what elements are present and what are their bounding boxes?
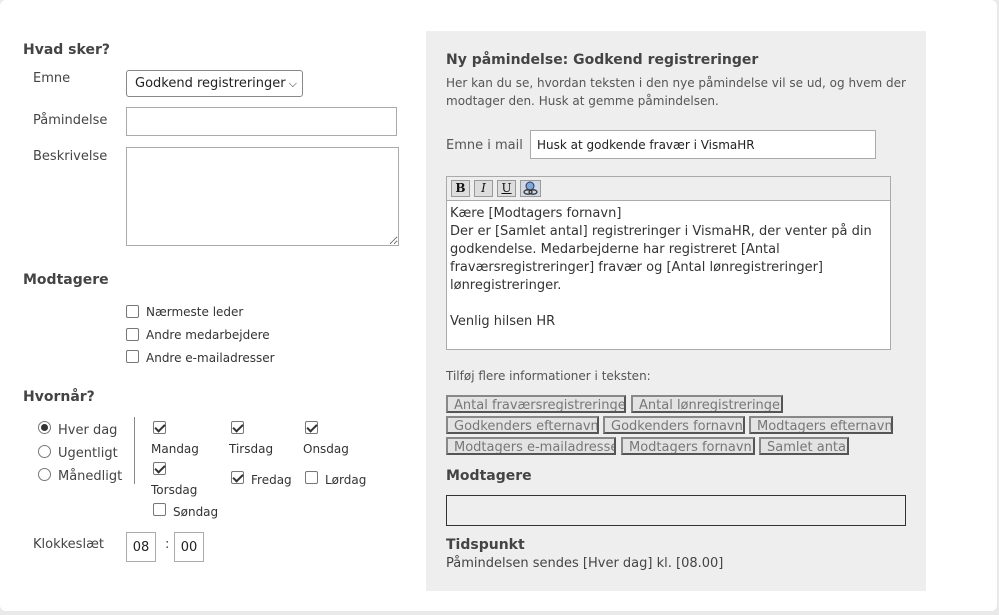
add-info-label: Tilføj flere informationer i teksten: (446, 369, 651, 383)
underline-button[interactable]: U (497, 180, 516, 197)
recipient-label-colleagues: Andre medarbejdere (146, 328, 270, 342)
day-label-saturday: Lørdag (325, 473, 367, 487)
editor-line: Venlig hilsen HR (450, 314, 556, 329)
description-label: Beskrivelse (33, 149, 108, 164)
day-checkbox-monday[interactable] (153, 421, 166, 434)
recipient-label-emails: Andre e-mailadresser (146, 351, 275, 365)
italic-button[interactable]: I (474, 180, 493, 197)
frequency-radio-weekly[interactable] (38, 445, 51, 458)
link-button[interactable] (520, 180, 541, 197)
section-title-what: Hvad sker? (23, 42, 110, 58)
placeholder-button-recipient-firstname[interactable]: Modtagers fornavn (621, 437, 755, 455)
divider (134, 417, 135, 484)
preview-recipients-box (446, 495, 906, 526)
time-minute-input[interactable] (174, 532, 204, 562)
placeholder-button-approver-lastname[interactable]: Godkenders efternavn (446, 416, 599, 434)
day-checkbox-saturday[interactable] (305, 471, 318, 484)
mail-subject-label: Emne i mail (446, 138, 523, 153)
placeholder-button-approver-firstname[interactable]: Godkenders fornavn (603, 416, 745, 434)
frequency-label-monthly: Månedligt (58, 469, 123, 484)
day-checkbox-friday[interactable] (231, 471, 244, 484)
placeholder-button-total-count[interactable]: Samlet antal (759, 437, 849, 455)
subject-select-value: Godkend registreringer (135, 76, 286, 91)
recipient-label-leader: Nærmeste leder (146, 305, 244, 319)
reminder-input[interactable] (126, 107, 397, 136)
preview-title: Ny påmindelse: Godkend registreringer (446, 52, 759, 68)
day-label-wednesday: Onsdag (303, 442, 349, 456)
subject-label: Emne (33, 71, 71, 86)
time-separator: : (165, 537, 170, 552)
time-label: Klokkeslæt (33, 537, 104, 552)
message-editor[interactable]: Kære [Modtagers fornavn] Der er [Samlet … (446, 201, 891, 350)
recipient-checkbox-leader[interactable] (126, 305, 139, 318)
preview-recipients-title: Modtagere (446, 468, 532, 484)
editor-toolbar: B I U (446, 176, 891, 201)
section-title-recipients: Modtagere (23, 272, 109, 288)
preview-intro-line-1: Her kan du se, hvordan teksten i den nye… (446, 76, 906, 90)
recipient-checkbox-emails[interactable] (126, 350, 139, 363)
description-textarea[interactable] (126, 147, 399, 246)
day-checkbox-tuesday[interactable] (231, 421, 244, 434)
placeholder-button-recipient-email[interactable]: Modtagers e-mailadresse (446, 437, 616, 455)
editor-line: Der er [Samlet antal] registreringer i V… (450, 224, 872, 239)
schedule-text: Påmindelsen sendes [Hver dag] kl. [08.00… (446, 556, 724, 571)
day-checkbox-sunday[interactable] (153, 503, 166, 516)
frequency-label-weekly: Ugentligt (58, 446, 118, 461)
reminder-label: Påmindelse (33, 113, 108, 128)
day-label-monday: Mandag (151, 442, 199, 456)
link-icon (523, 181, 538, 195)
editor-line: Kære [Modtagers fornavn] (450, 206, 622, 221)
placeholder-button-absence-count[interactable]: Antal fraværsregistreringer (446, 395, 626, 413)
preview-intro-line-2: modtager den. Husk at gemme påmindelsen. (446, 94, 719, 108)
editor-line: lønregistreringer. (450, 278, 562, 293)
mail-subject-input[interactable] (530, 130, 876, 159)
subject-select[interactable]: Godkend registreringer ⌵ (126, 70, 303, 97)
schedule-title: Tidspunkt (446, 537, 525, 553)
placeholder-button-salary-count[interactable]: Antal lønregistreringer (631, 395, 783, 413)
bold-button[interactable]: B (451, 180, 470, 197)
day-label-sunday: Søndag (173, 505, 219, 519)
day-checkbox-thursday[interactable] (153, 462, 166, 475)
frequency-label-daily: Hver dag (58, 423, 118, 438)
editor-line: godkendelse. Medarbejderne har registrer… (450, 242, 780, 257)
day-label-thursday: Torsdag (151, 483, 198, 497)
day-checkbox-wednesday[interactable] (305, 421, 318, 434)
editor-line (450, 295, 887, 313)
editor-line: fraværsregistreringer] fravær og [Antal … (450, 260, 823, 275)
placeholder-button-recipient-lastname[interactable]: Modtagers efternavn (749, 416, 893, 434)
chevron-down-icon: ⌵ (288, 77, 297, 90)
frequency-radio-daily[interactable] (38, 421, 51, 434)
day-label-friday: Fredag (251, 473, 292, 487)
section-title-when: Hvornår? (23, 389, 95, 405)
day-label-tuesday: Tirsdag (229, 442, 274, 456)
time-hour-input[interactable] (126, 532, 156, 562)
recipient-checkbox-colleagues[interactable] (126, 328, 139, 341)
frequency-radio-monthly[interactable] (38, 468, 51, 481)
form-card: Hvad sker? Emne Godkend registreringer ⌵… (0, 0, 997, 611)
